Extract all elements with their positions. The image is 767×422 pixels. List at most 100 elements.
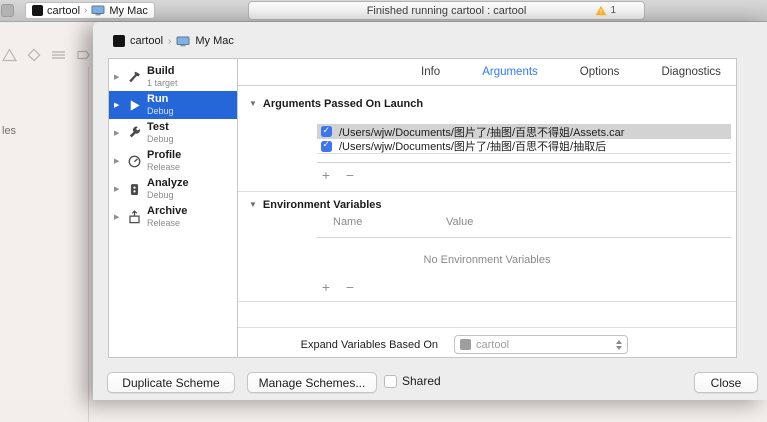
xcode-toolbar: cartool › My Mac Finished running cartoo… bbox=[0, 0, 767, 22]
sheet-scheme-name[interactable]: cartool bbox=[130, 35, 163, 47]
manage-schemes-button[interactable]: Manage Schemes... bbox=[247, 372, 377, 393]
environment-section-title: Environment Variables bbox=[262, 199, 382, 211]
sidebar-item-profile[interactable]: Profile Release bbox=[109, 147, 237, 175]
disclosure-triangle-icon[interactable] bbox=[114, 213, 125, 221]
section-disclosure-icon[interactable] bbox=[249, 99, 257, 108]
test-navigator-icon bbox=[27, 48, 41, 62]
run-action-content: Info Arguments Options Diagnostics Argum… bbox=[238, 59, 736, 357]
argument-row[interactable]: /Users/wjw/Documents/图片了/抽图/百思不得姐/Assets… bbox=[317, 124, 731, 139]
wrench-icon bbox=[125, 125, 143, 142]
shared-checkbox[interactable] bbox=[384, 375, 397, 388]
section-divider bbox=[238, 327, 736, 328]
toolbar-scheme-name[interactable]: cartool bbox=[47, 5, 80, 17]
arguments-section-header: Arguments Passed On Launch bbox=[249, 98, 423, 110]
chevron-separator-icon: › bbox=[84, 5, 88, 16]
scheme-panel: Build 1 target Run Debug bbox=[108, 58, 737, 358]
status-message: Finished running cartool : cartool bbox=[366, 4, 527, 17]
toolbar-scheme-chooser[interactable]: cartool › My Mac bbox=[25, 2, 155, 19]
section-disclosure-icon[interactable] bbox=[249, 200, 257, 209]
warning-badge[interactable]: ! 1 bbox=[595, 5, 616, 16]
tab-options[interactable]: Options bbox=[580, 66, 620, 78]
expand-variables-label: Expand Variables Based On bbox=[300, 339, 438, 351]
svg-text:!: ! bbox=[600, 9, 602, 16]
gauge-icon bbox=[125, 153, 143, 170]
analyzer-icon bbox=[125, 181, 143, 198]
argument-value[interactable]: /Users/wjw/Documents/图片了/抽图/百思不得姐/Assets… bbox=[339, 124, 624, 139]
add-argument-button[interactable]: + bbox=[319, 168, 333, 182]
sidebar-item-archive[interactable]: Archive Release bbox=[109, 203, 237, 231]
tab-info[interactable]: Info bbox=[421, 66, 440, 78]
env-value-column-header: Value bbox=[446, 216, 474, 228]
environment-section-header: Environment Variables bbox=[249, 199, 382, 211]
sidebar-item-run[interactable]: Run Debug bbox=[109, 91, 237, 119]
hammer-icon bbox=[125, 69, 143, 86]
duplicate-scheme-button[interactable]: Duplicate Scheme bbox=[107, 372, 235, 393]
debug-navigator-icon bbox=[52, 51, 65, 59]
sidebar-item-subtitle: Debug bbox=[147, 105, 174, 116]
checkbox-checked-icon[interactable] bbox=[321, 139, 332, 152]
clipped-background-text: les bbox=[2, 125, 17, 137]
tab-diagnostics[interactable]: Diagnostics bbox=[661, 66, 720, 78]
disclosure-triangle-icon[interactable] bbox=[114, 157, 125, 165]
arguments-section-title: Arguments Passed On Launch bbox=[262, 98, 424, 110]
add-env-variable-button[interactable]: + bbox=[319, 280, 333, 294]
env-name-column-header: Name bbox=[333, 216, 363, 228]
arguments-table[interactable]: /Users/wjw/Documents/图片了/抽图/百思不得姐/Assets… bbox=[317, 124, 731, 163]
sidebar-item-test[interactable]: Test Debug bbox=[109, 119, 237, 147]
sidebar-item-subtitle: Debug bbox=[147, 189, 174, 200]
chevron-separator-icon: › bbox=[168, 35, 172, 47]
disclosure-triangle-icon[interactable] bbox=[114, 129, 125, 137]
breakpoint-navigator-icon bbox=[77, 50, 90, 60]
disclosure-triangle-icon[interactable] bbox=[114, 73, 125, 81]
sidebar-item-analyze[interactable]: Analyze Debug bbox=[109, 175, 237, 203]
remove-env-variable-button[interactable]: − bbox=[343, 280, 357, 294]
disclosure-triangle-icon[interactable] bbox=[114, 185, 125, 193]
section-divider bbox=[238, 191, 736, 192]
env-table-header-divider bbox=[317, 237, 731, 238]
popup-chevrons-icon bbox=[616, 339, 622, 350]
tab-arguments[interactable]: Arguments bbox=[482, 66, 538, 78]
sidebar-item-title: Profile bbox=[147, 148, 182, 161]
env-add-remove: + − bbox=[319, 280, 357, 294]
sidebar-item-title: Analyze bbox=[147, 176, 189, 189]
my-mac-icon bbox=[91, 5, 105, 16]
sidebar-item-subtitle: Release bbox=[147, 217, 181, 228]
archive-icon bbox=[125, 209, 143, 226]
edit-scheme-sheet: cartool › My Mac Build 1 target bbox=[93, 22, 767, 400]
toolbar-destination-name[interactable]: My Mac bbox=[109, 5, 148, 17]
sheet-destination-name[interactable]: My Mac bbox=[195, 35, 234, 47]
sheet-scheme-header: cartool › My Mac bbox=[113, 35, 234, 47]
play-icon bbox=[125, 97, 143, 114]
sidebar-item-title: Test bbox=[147, 120, 169, 133]
scheme-actions-sidebar: Build 1 target Run Debug bbox=[109, 59, 238, 357]
sidebar-item-title: Run bbox=[147, 92, 169, 105]
disclosure-triangle-icon[interactable] bbox=[114, 101, 125, 109]
argument-row[interactable]: /Users/wjw/Documents/图片了/抽图/百思不得姐/抽取后 bbox=[317, 139, 731, 154]
stop-button[interactable] bbox=[1, 4, 14, 17]
cartool-app-icon bbox=[113, 35, 125, 47]
sidebar-item-title: Archive bbox=[147, 204, 188, 217]
argument-value[interactable]: /Users/wjw/Documents/图片了/抽图/百思不得姐/抽取后 bbox=[339, 139, 606, 153]
tab-bar: Info Arguments Options Diagnostics bbox=[238, 59, 736, 86]
issue-navigator-icon bbox=[2, 48, 17, 62]
my-mac-icon bbox=[176, 36, 190, 47]
sidebar-item-subtitle: Release bbox=[147, 161, 181, 172]
remove-argument-button[interactable]: − bbox=[343, 168, 357, 182]
sidebar-item-subtitle: 1 target bbox=[147, 77, 178, 88]
cartool-app-icon bbox=[32, 5, 43, 16]
arguments-add-remove: + − bbox=[319, 168, 357, 182]
dimmed-navigator-area: les bbox=[0, 22, 113, 422]
sidebar-item-build[interactable]: Build 1 target bbox=[109, 63, 237, 91]
sidebar-item-title: Build bbox=[147, 64, 175, 77]
sidebar-item-subtitle: Debug bbox=[147, 133, 174, 144]
navigator-divider bbox=[88, 67, 89, 422]
target-app-icon bbox=[460, 339, 471, 350]
expand-variables-popup[interactable]: cartool bbox=[454, 335, 628, 354]
shared-checkbox-label: Shared bbox=[402, 374, 441, 388]
close-button[interactable]: Close bbox=[694, 372, 758, 393]
env-empty-placeholder: No Environment Variables bbox=[423, 254, 551, 266]
activity-viewer: Finished running cartool : cartool ! 1 bbox=[248, 1, 645, 20]
checkbox-checked-icon[interactable] bbox=[321, 125, 332, 137]
warning-triangle-icon: ! bbox=[596, 5, 607, 16]
expand-variables-value: cartool bbox=[476, 338, 510, 351]
